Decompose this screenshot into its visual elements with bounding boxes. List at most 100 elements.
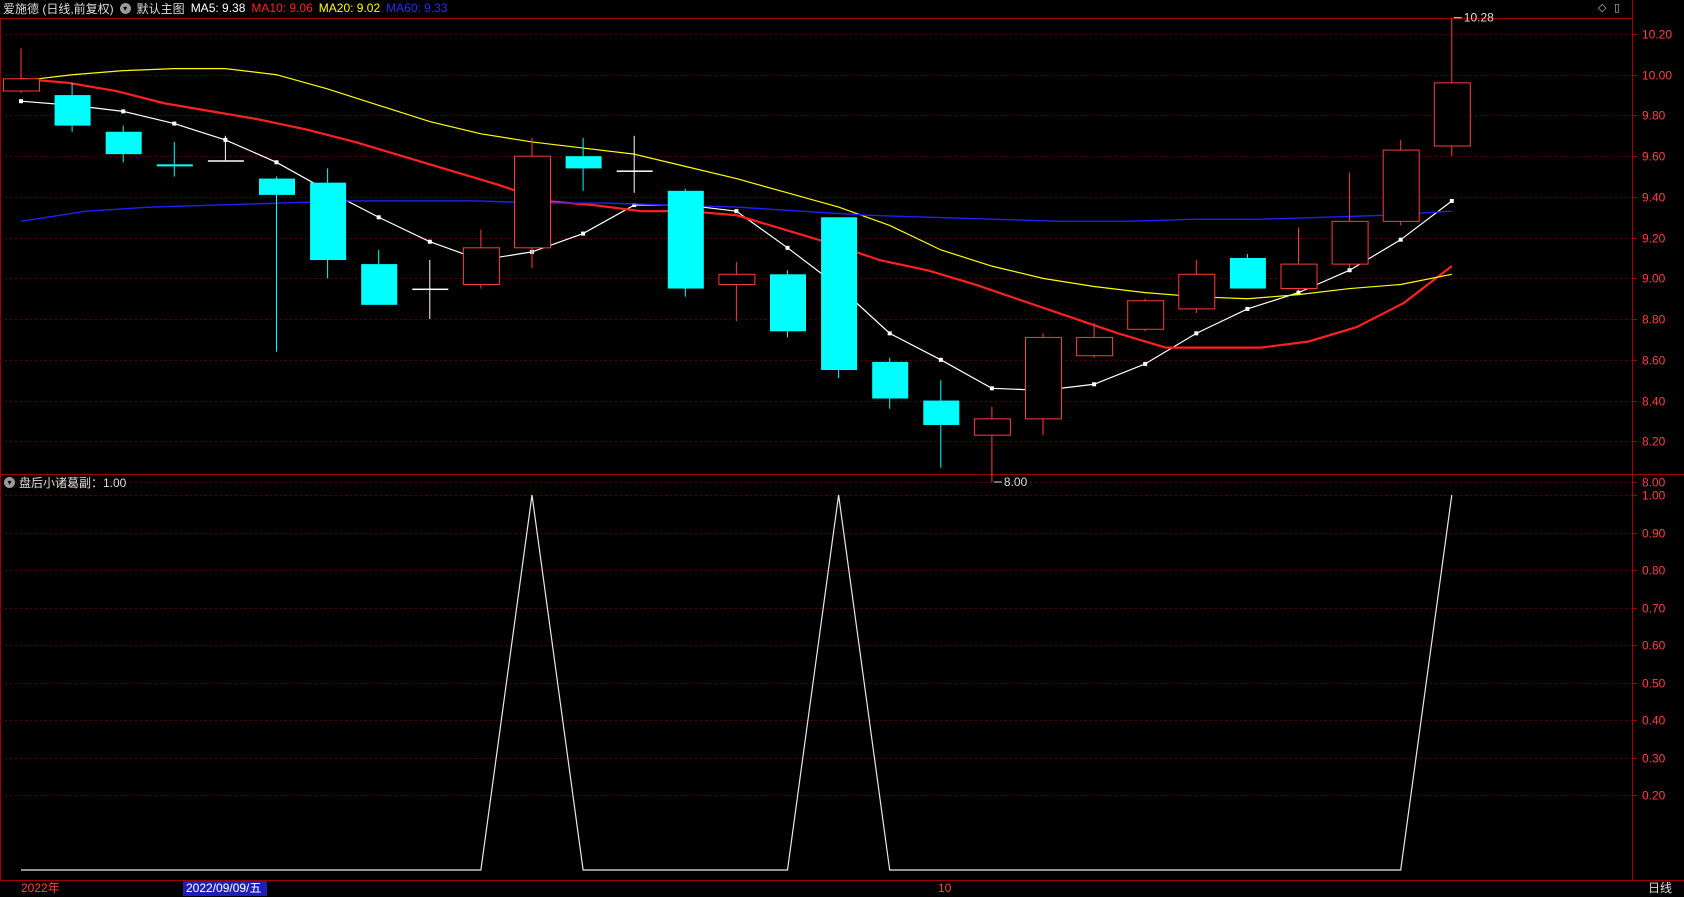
template-label[interactable]: 默认主图 bbox=[137, 0, 185, 17]
candle[interactable] bbox=[1382, 139, 1420, 226]
candle[interactable] bbox=[1025, 333, 1062, 436]
candle[interactable] bbox=[54, 82, 91, 132]
candle[interactable] bbox=[667, 188, 704, 297]
diamond-icon[interactable]: ◇ bbox=[1598, 1, 1606, 14]
collapse-toggle-icon[interactable]: ▾ bbox=[119, 2, 131, 14]
ma10-label: MA10: 9.06 bbox=[251, 1, 313, 15]
indicator-tick-label: 0.60 bbox=[1642, 639, 1666, 653]
candle[interactable] bbox=[616, 135, 653, 193]
candle-body bbox=[1076, 336, 1114, 357]
price-annotations: 10.28 8.00 bbox=[993, 11, 1494, 489]
candle[interactable] bbox=[412, 260, 449, 320]
ma60-label: MA60: 9.33 bbox=[386, 1, 448, 15]
ma5-point bbox=[1092, 382, 1097, 387]
grid-lines bbox=[0, 0, 1684, 881]
candle[interactable] bbox=[207, 135, 244, 162]
candle-body bbox=[1229, 258, 1266, 289]
period-button: 日线 bbox=[1648, 881, 1672, 895]
candle[interactable] bbox=[923, 380, 960, 468]
candle[interactable] bbox=[565, 137, 602, 191]
ma5-point bbox=[1347, 268, 1352, 273]
candle[interactable] bbox=[872, 357, 909, 409]
ma5-label: MA5: 9.38 bbox=[190, 1, 246, 15]
candlesticks[interactable] bbox=[3, 17, 1471, 482]
candle[interactable] bbox=[821, 217, 858, 379]
price-tick-label: 8.40 bbox=[1642, 395, 1666, 409]
price-tick-label: 8.20 bbox=[1642, 435, 1666, 449]
indicator-tick-label: 0.70 bbox=[1642, 602, 1666, 616]
main-frame bbox=[0, 18, 1633, 475]
candle-body bbox=[514, 155, 551, 249]
price-tick-label: 9.00 bbox=[1642, 272, 1666, 286]
candle[interactable] bbox=[156, 141, 193, 177]
ma5-point bbox=[1449, 198, 1454, 203]
month-label: 10 bbox=[938, 881, 952, 895]
price-tick-label: 8.80 bbox=[1642, 313, 1666, 327]
candle-body bbox=[667, 190, 704, 289]
candle[interactable] bbox=[361, 249, 398, 305]
ma5-point bbox=[1143, 361, 1148, 366]
indicator-tick-label: 0.30 bbox=[1642, 752, 1666, 766]
candle[interactable] bbox=[514, 137, 551, 269]
candle-body bbox=[1025, 336, 1062, 420]
candle[interactable] bbox=[1076, 323, 1114, 358]
indicator-chart bbox=[21, 494, 1453, 871]
candle[interactable] bbox=[718, 262, 756, 322]
candle[interactable] bbox=[1127, 298, 1165, 332]
indicator-tick-label: 0.80 bbox=[1642, 564, 1666, 578]
main-chart-header: 爱施德 (日线,前复权) ▾ 默认主图 MA5: 9.38 MA10: 9.06… bbox=[0, 0, 454, 16]
candle-body bbox=[718, 273, 756, 285]
candle[interactable] bbox=[3, 48, 40, 94]
price-tick-label: 8.60 bbox=[1642, 354, 1666, 368]
candle-body bbox=[207, 160, 244, 162]
candle-body bbox=[821, 217, 858, 370]
indicator-tick-label: 1.00 bbox=[1642, 489, 1666, 503]
candle[interactable] bbox=[1178, 260, 1216, 313]
candle-body bbox=[1178, 273, 1216, 310]
candle[interactable] bbox=[1331, 172, 1369, 269]
candle-body bbox=[872, 361, 909, 399]
candle[interactable] bbox=[973, 406, 1011, 482]
price-axis: 10.20 10.00 9.80 9.60 9.40 9.20 9.00 8.80 8.60 8.… bbox=[21, 28, 1672, 896]
candle-body bbox=[259, 178, 295, 195]
candle[interactable] bbox=[1280, 227, 1318, 291]
price-tick-label: 9.20 bbox=[1642, 232, 1666, 246]
indicator-tick-label: 0.40 bbox=[1642, 714, 1666, 728]
year-label: 2022年 bbox=[21, 881, 60, 895]
ma5-point bbox=[734, 209, 739, 214]
candle-body bbox=[1382, 149, 1420, 222]
candle[interactable] bbox=[462, 229, 500, 289]
candle[interactable] bbox=[310, 168, 347, 279]
candle-body bbox=[565, 156, 602, 169]
price-tick-label: 8.00 bbox=[1642, 476, 1666, 490]
indicator-line bbox=[21, 494, 1453, 871]
cursor-date: 2022/09/09/五 bbox=[186, 881, 261, 895]
stock-chart[interactable]: 10.20 10.00 9.80 9.60 9.40 9.20 9.00 8.80 8.60 8.… bbox=[0, 0, 1684, 897]
indicator-tick-label: 0.50 bbox=[1642, 677, 1666, 691]
price-tick-label: 10.20 bbox=[1642, 28, 1672, 42]
ma20-label: MA20: 9.02 bbox=[318, 1, 381, 15]
ma5-point bbox=[376, 215, 381, 220]
candle-body bbox=[616, 170, 653, 172]
indicator-header: ▾ 盘后小诸葛副：1.00 bbox=[4, 474, 126, 491]
ma5-point bbox=[121, 109, 126, 114]
candle[interactable] bbox=[770, 270, 806, 338]
candle[interactable] bbox=[1433, 17, 1471, 157]
candle-body bbox=[1331, 220, 1369, 265]
price-tick-label: 10.00 bbox=[1642, 69, 1672, 83]
ma5-point bbox=[427, 239, 432, 244]
candle[interactable] bbox=[1229, 253, 1266, 289]
ma5-point bbox=[19, 99, 23, 104]
panel-toggle-icon[interactable]: ▯ bbox=[1614, 1, 1620, 14]
indicator-tick-label: 0.90 bbox=[1642, 527, 1666, 541]
ma5-point bbox=[989, 386, 994, 391]
candle-body bbox=[54, 95, 91, 126]
ma5-point bbox=[938, 357, 943, 362]
candle-body bbox=[1127, 300, 1165, 330]
ma5-point bbox=[785, 245, 790, 250]
moving-average-lines bbox=[19, 68, 1454, 393]
price-annotation: 8.00 bbox=[1004, 475, 1028, 489]
candle-body bbox=[310, 182, 347, 261]
indicator-tick-label: 0.20 bbox=[1642, 789, 1666, 803]
collapse-toggle-icon[interactable]: ▾ bbox=[4, 477, 15, 488]
